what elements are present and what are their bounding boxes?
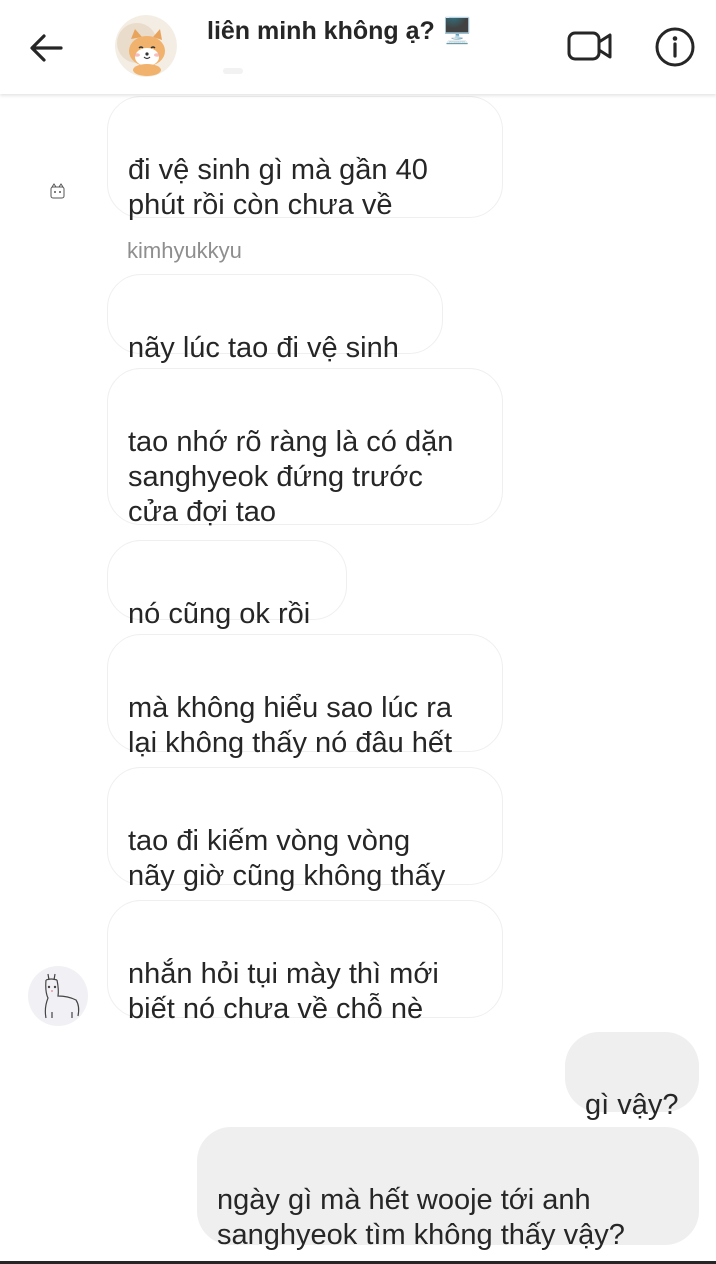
alpaca-icon [44,973,80,1019]
chat-header: liên minh không ạ? 🖥️ [0,0,716,94]
info-icon [655,27,695,67]
message-text: mà không hiểu sao lúc ra lại không thấy … [128,692,453,759]
conversation-avatar[interactable] [115,15,177,77]
message-text: tao đi kiếm vòng vòng nãy giờ cũng không… [128,825,446,892]
info-button[interactable] [653,25,697,69]
incoming-message-bubble[interactable]: nãy lúc tao đi vệ sinh [107,274,443,364]
incoming-message-bubble[interactable]: tao đi kiếm vòng vòng nãy giờ cũng không… [107,767,503,892]
outgoing-message-bubble[interactable]: ngày gì mà hết wooje tới anh sanghyeok t… [197,1127,699,1251]
sender-avatar[interactable] [28,966,88,1026]
small-sender-avatar-icon[interactable] [48,182,68,202]
incoming-message-bubble[interactable]: nhắn hỏi tụi mày thì mới biết nó chưa về… [107,900,503,1025]
incoming-message-bubble[interactable]: tao nhớ rõ ràng là có dặn sanghyeok đứng… [107,368,503,528]
arrow-left-icon [30,34,63,62]
conversation-title[interactable]: liên minh không ạ? 🖥️ [207,17,473,46]
back-button[interactable] [26,28,66,68]
incoming-message-bubble[interactable]: đi vệ sinh gì mà gần 40 phút rồi còn chư… [107,96,503,221]
incoming-message-bubble[interactable]: nó cũng ok rồi [107,540,347,630]
video-call-button[interactable] [565,26,615,66]
sender-name: kimhyukkyu [127,238,242,263]
message-text: nhắn hỏi tụi mày thì mới biết nó chưa về… [128,958,439,1025]
message-text: đi vệ sinh gì mà gần 40 phút rồi còn chư… [128,154,428,221]
message-text: tao nhớ rõ ràng là có dặn sanghyeok đứng… [128,426,454,528]
video-call-icon [567,31,612,61]
message-text: nó cũng ok rồi [128,598,311,630]
shiba-dog-avatar-icon [115,15,177,77]
incoming-message-bubble[interactable]: mà không hiểu sao lúc ra lại không thấy … [107,634,503,759]
message-text: gì vậy? [585,1089,679,1121]
message-text: ngày gì mà hết wooje tới anh sanghyeok t… [217,1184,625,1251]
message-text: nãy lúc tao đi vệ sinh [128,332,399,364]
header-subtitle [223,68,243,74]
outgoing-message-bubble[interactable]: gì vậy? [565,1032,699,1121]
message-thread: đi vệ sinh gì mà gần 40 phút rồi còn chư… [0,0,716,1264]
